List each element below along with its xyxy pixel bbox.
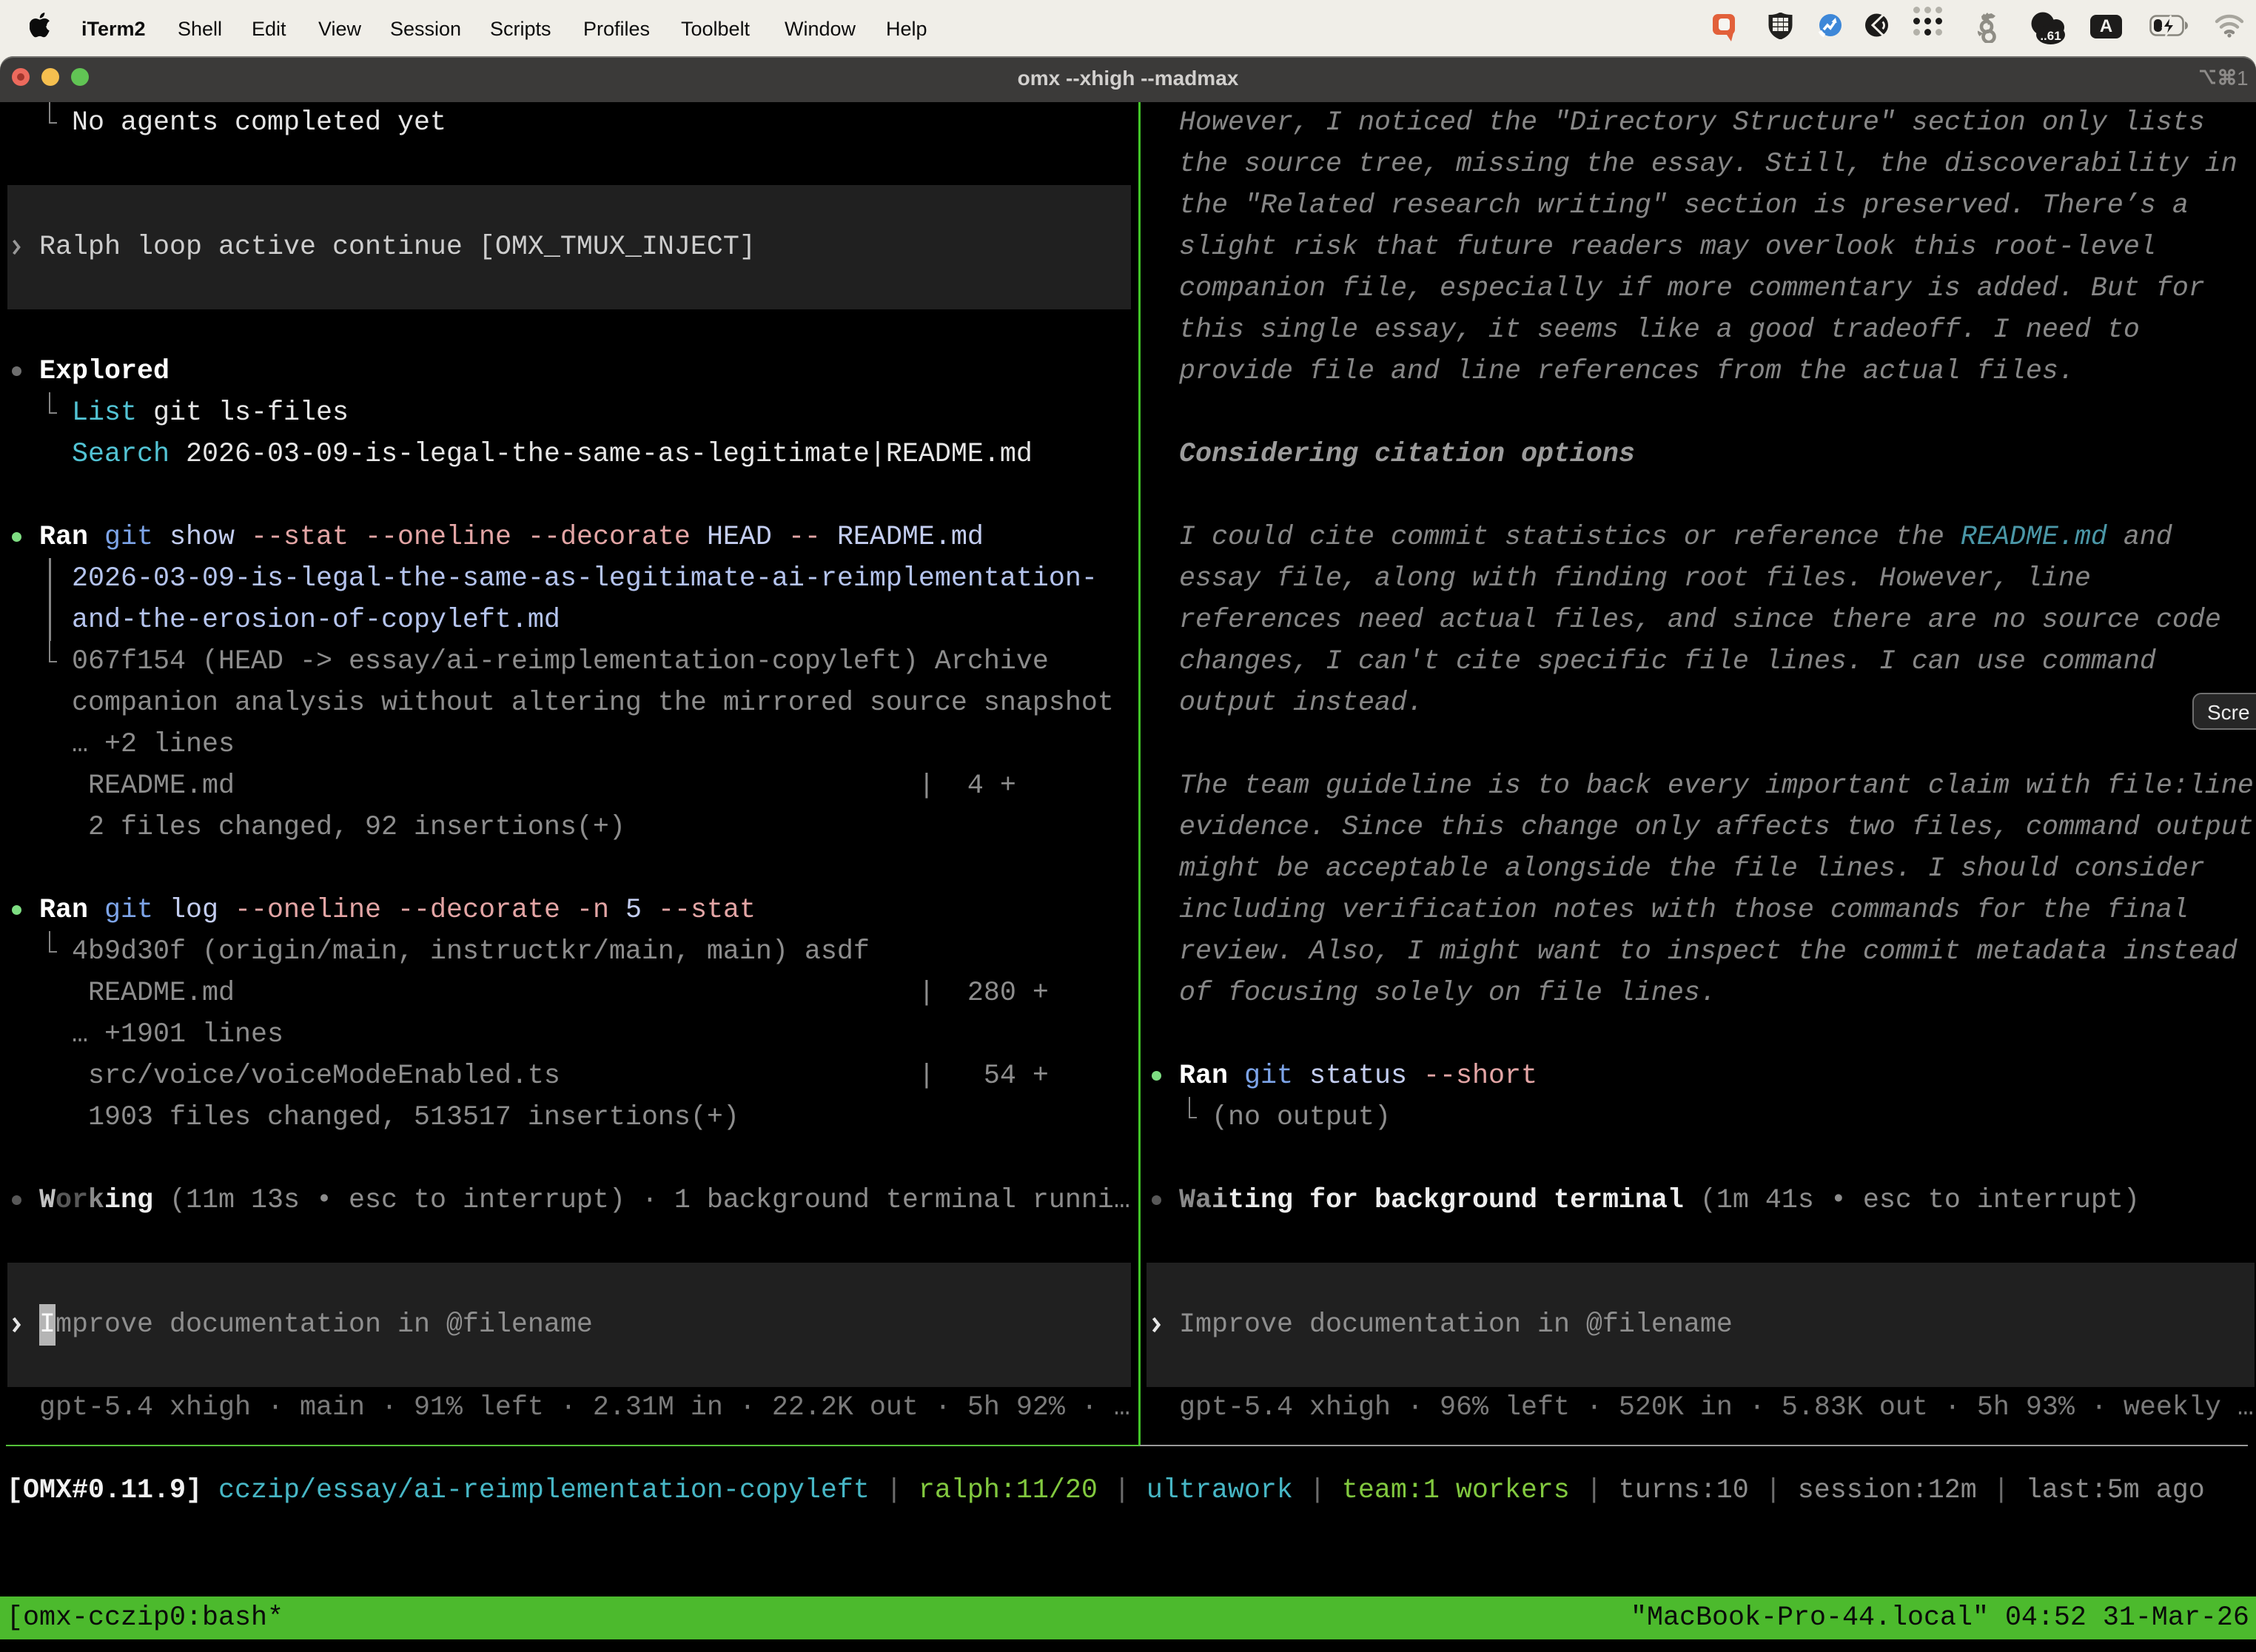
svg-text:..61: ..61 — [2040, 29, 2061, 43]
